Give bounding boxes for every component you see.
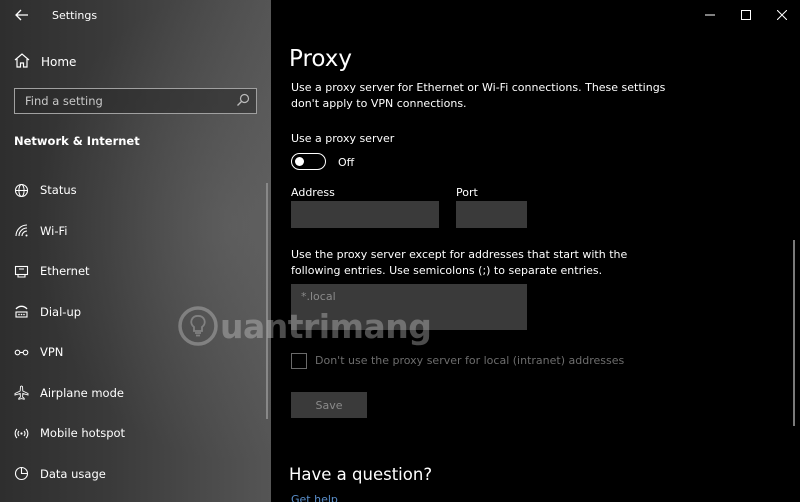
- sidebar-item-label: Mobile hotspot: [40, 426, 126, 441]
- sidebar-item-label: Dial-up: [40, 304, 82, 319]
- sidebar-item-label: Airplane mode: [40, 385, 124, 400]
- back-arrow-icon: [15, 9, 28, 21]
- hotspot-icon: [12, 424, 30, 442]
- sidebar-item-label: VPN: [40, 345, 64, 360]
- get-help-link[interactable]: Get help: [291, 493, 338, 502]
- data-usage-icon: [12, 465, 30, 483]
- question-heading: Have a question?: [289, 465, 433, 484]
- sidebar-item-status[interactable]: Status: [0, 170, 271, 211]
- use-proxy-label: Use a proxy server: [291, 132, 395, 145]
- toggle-knob: [295, 156, 304, 166]
- local-addresses-checkbox[interactable]: [291, 353, 307, 369]
- search-icon[interactable]: [236, 93, 250, 107]
- sidebar-item-vpn[interactable]: VPN: [0, 332, 271, 373]
- dialup-icon: [12, 303, 30, 321]
- title-bar: Settings: [0, 0, 271, 30]
- maximize-icon: [741, 10, 751, 20]
- minimize-icon: [705, 14, 715, 16]
- sidebar-nav: Status Wi-Fi Ethernet Dial-up VPN Airpla…: [0, 170, 271, 494]
- page-description: Use a proxy server for Ethernet or Wi-Fi…: [291, 81, 666, 110]
- main-scrollbar[interactable]: [793, 240, 795, 426]
- sidebar-item-ethernet[interactable]: Ethernet: [0, 251, 271, 292]
- port-label: Port: [456, 186, 478, 199]
- airplane-icon: [12, 384, 30, 402]
- sidebar-item-dialup[interactable]: Dial-up: [0, 292, 271, 333]
- use-proxy-toggle[interactable]: [291, 153, 326, 170]
- exceptions-label: Use the proxy server except for addresse…: [291, 248, 628, 277]
- save-button[interactable]: Save: [291, 392, 367, 418]
- sidebar-scrollbar[interactable]: [266, 183, 268, 419]
- close-icon: [777, 10, 787, 20]
- app-title: Settings: [52, 8, 98, 22]
- search-box[interactable]: [14, 88, 257, 114]
- page-title: Proxy: [289, 46, 353, 72]
- close-button[interactable]: [764, 0, 800, 30]
- wifi-icon: [12, 222, 30, 240]
- section-title: Network & Internet: [14, 134, 140, 148]
- sidebar: Settings Home Network & Internet Status …: [0, 0, 271, 502]
- window-controls: [692, 0, 800, 30]
- ethernet-icon: [12, 262, 30, 280]
- sidebar-item-label: Ethernet: [40, 264, 90, 279]
- sidebar-item-airplane-mode[interactable]: Airplane mode: [0, 373, 271, 414]
- back-button[interactable]: [0, 0, 44, 30]
- address-label: Address: [291, 186, 335, 199]
- address-input[interactable]: [291, 201, 439, 228]
- sidebar-item-home[interactable]: Home: [0, 46, 271, 78]
- port-input[interactable]: [456, 201, 527, 228]
- search-input[interactable]: [23, 93, 232, 109]
- sidebar-item-label: Status: [40, 183, 77, 198]
- vpn-icon: [12, 343, 30, 361]
- maximize-button[interactable]: [728, 0, 764, 30]
- toggle-state-label: Off: [338, 156, 355, 169]
- sidebar-item-label: Data usage: [40, 466, 106, 481]
- exceptions-input[interactable]: *.local: [291, 284, 527, 330]
- main-panel: Proxy Use a proxy server for Ethernet or…: [271, 0, 800, 502]
- minimize-button[interactable]: [692, 0, 728, 30]
- local-addresses-label: Don't use the proxy server for local (in…: [315, 354, 625, 367]
- home-label: Home: [41, 55, 77, 69]
- sidebar-item-data-usage[interactable]: Data usage: [0, 454, 271, 495]
- sidebar-item-mobile-hotspot[interactable]: Mobile hotspot: [0, 413, 271, 454]
- globe-icon: [12, 181, 30, 199]
- sidebar-item-label: Wi-Fi: [40, 223, 68, 238]
- home-icon: [14, 52, 30, 72]
- sidebar-item-wifi[interactable]: Wi-Fi: [0, 211, 271, 252]
